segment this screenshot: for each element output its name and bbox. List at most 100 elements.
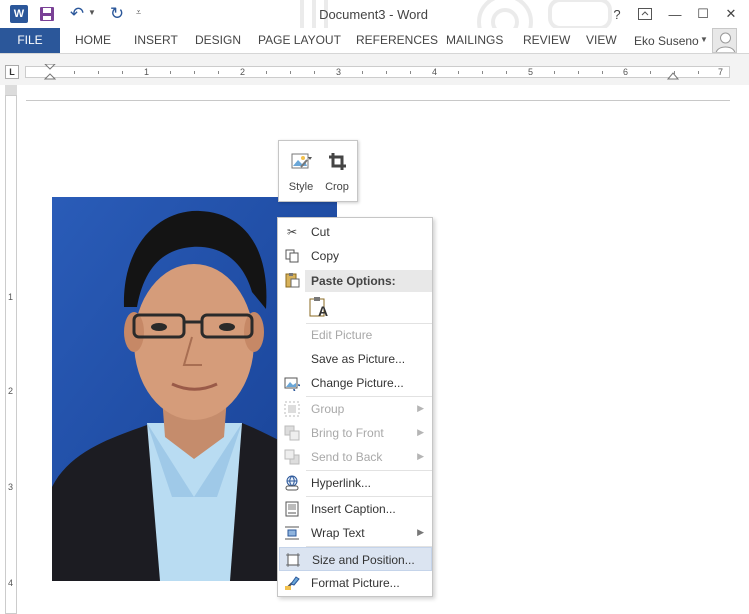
tab-insert[interactable]: INSERT — [134, 28, 178, 53]
tab-file[interactable]: FILE — [0, 28, 60, 53]
menu-item-label: Cut — [311, 225, 330, 239]
submenu-arrow-icon: ▶ — [417, 527, 424, 537]
vertical-ruler[interactable]: 1 2 3 4 — [5, 95, 17, 614]
crop-button[interactable]: Crop — [319, 147, 355, 197]
maximize-button[interactable]: ☐ — [692, 4, 714, 24]
avatar[interactable] — [712, 28, 737, 53]
menu-item-label: Hyperlink... — [311, 476, 372, 490]
ruler-number: 5 — [528, 67, 534, 77]
menu-item-label: Wrap Text — [311, 526, 365, 540]
ruler-tick — [218, 71, 219, 74]
menu-item-label: Group — [311, 402, 345, 416]
ruler-number: 2 — [240, 67, 246, 77]
ruler-tick — [362, 71, 363, 74]
paste-keep-text-icon[interactable]: A — [308, 296, 332, 320]
menu-item-edit-picture[interactable]: Edit Picture — [279, 323, 432, 347]
submenu-arrow-icon: ▶ — [417, 403, 424, 413]
window-title-text: Document3 - Word — [319, 7, 428, 22]
menu-item-label: Edit Picture — [311, 328, 373, 342]
ruler-tick — [698, 71, 699, 74]
ruler-number: 4 — [8, 578, 14, 588]
ruler-area: L 1 2 3 4 5 6 7 — [0, 53, 749, 85]
style-label: Style — [288, 181, 314, 193]
indent-marker-icon[interactable] — [44, 64, 56, 82]
ruler-tick — [578, 71, 579, 74]
menu-item-change-picture[interactable]: Change Picture... — [279, 371, 432, 395]
wrap-text-icon — [284, 525, 300, 541]
menu-item-wrap-text[interactable]: Wrap Text ▶ — [279, 521, 432, 545]
menu-item-send-to-back[interactable]: Send to Back ▶ — [279, 445, 432, 469]
menu-item-label: Format Picture... — [311, 576, 400, 590]
tab-view[interactable]: VIEW — [586, 28, 617, 53]
ruler-tick — [650, 71, 651, 74]
ruler-number: 7 — [718, 67, 724, 77]
ruler-number: 3 — [8, 482, 14, 492]
ribbon-tab-bar: FILE HOME INSERT DESIGN PAGE LAYOUT REFE… — [0, 28, 749, 53]
menu-item-hyperlink[interactable]: Hyperlink... — [279, 471, 432, 495]
ruler-tick — [554, 71, 555, 74]
ruler-tick — [506, 71, 507, 74]
context-menu: ✂ Cut Copy Paste Options: A Edit Picture… — [277, 217, 433, 597]
ruler-number: 3 — [336, 67, 342, 77]
menu-item-label: Save as Picture... — [311, 352, 406, 366]
ruler-tick — [98, 71, 99, 74]
tab-review[interactable]: REVIEW — [523, 28, 570, 53]
tab-selector[interactable]: L — [5, 65, 19, 79]
size-position-icon — [285, 552, 301, 568]
caption-icon — [284, 501, 300, 517]
tab-home[interactable]: HOME — [75, 28, 111, 53]
tab-page-layout[interactable]: PAGE LAYOUT — [258, 28, 341, 53]
close-button[interactable]: ✕ — [720, 4, 742, 24]
user-name[interactable]: Eko Suseno — [634, 34, 699, 48]
paste-icon — [284, 272, 300, 288]
style-button[interactable]: Style — [283, 147, 319, 197]
tab-references[interactable]: REFERENCES — [356, 28, 438, 53]
menu-item-label: Copy — [311, 249, 340, 263]
horizontal-ruler[interactable]: 1 2 3 4 5 6 7 — [25, 64, 730, 81]
paste-options-header: Paste Options: — [305, 270, 432, 292]
user-dropdown-icon[interactable]: ▼ — [700, 35, 708, 44]
crop-icon — [329, 153, 346, 170]
submenu-arrow-icon: ▶ — [417, 427, 424, 437]
bring-front-icon — [284, 425, 300, 441]
paste-options-label: Paste Options: — [311, 274, 396, 288]
menu-item-label: Insert Caption... — [311, 502, 396, 516]
ruler-tick — [170, 71, 171, 74]
ruler-tick — [410, 71, 411, 74]
page-margin-line — [26, 100, 730, 101]
menu-item-bring-to-front[interactable]: Bring to Front ▶ — [279, 421, 432, 445]
picture-style-icon — [291, 153, 312, 169]
menu-item-insert-caption[interactable]: Insert Caption... — [279, 497, 432, 521]
paste-option-glyph: A — [318, 303, 329, 319]
tab-design[interactable]: DESIGN — [195, 28, 241, 53]
ruler-number: 1 — [144, 67, 150, 77]
ruler-number: 6 — [623, 67, 629, 77]
help-button[interactable]: ? — [606, 4, 628, 24]
change-picture-icon — [284, 375, 300, 391]
menu-item-size-and-position[interactable]: Size and Position... — [279, 547, 432, 571]
ruler-tick — [458, 71, 459, 74]
menu-item-group[interactable]: Group ▶ — [279, 397, 432, 421]
ribbon-display-options-icon[interactable] — [634, 4, 656, 24]
menu-item-cut[interactable]: ✂ Cut — [279, 220, 432, 244]
tab-mailings[interactable]: MAILINGS — [446, 28, 503, 53]
menu-item-copy[interactable]: Copy — [279, 244, 432, 268]
ruler-tick — [194, 71, 195, 74]
send-back-icon — [284, 449, 300, 465]
hyperlink-icon — [284, 475, 300, 491]
ruler-tick — [314, 71, 315, 74]
menu-item-save-as-picture[interactable]: Save as Picture... — [279, 347, 432, 371]
crop-label: Crop — [325, 181, 349, 193]
ruler-number: 2 — [8, 386, 14, 396]
menu-item-label: Size and Position... — [312, 553, 415, 567]
minimize-button[interactable]: — — [664, 4, 686, 24]
mini-toolbar: Style Crop — [278, 140, 358, 202]
ruler-tick — [482, 71, 483, 74]
ruler-tick — [74, 71, 75, 74]
submenu-arrow-icon: ▶ — [417, 451, 424, 461]
menu-item-format-picture[interactable]: Format Picture... — [279, 571, 432, 595]
right-indent-marker-icon[interactable] — [667, 69, 679, 81]
menu-item-label: Change Picture... — [311, 376, 404, 390]
group-icon — [284, 401, 300, 417]
menu-item-label: Bring to Front — [311, 426, 384, 440]
